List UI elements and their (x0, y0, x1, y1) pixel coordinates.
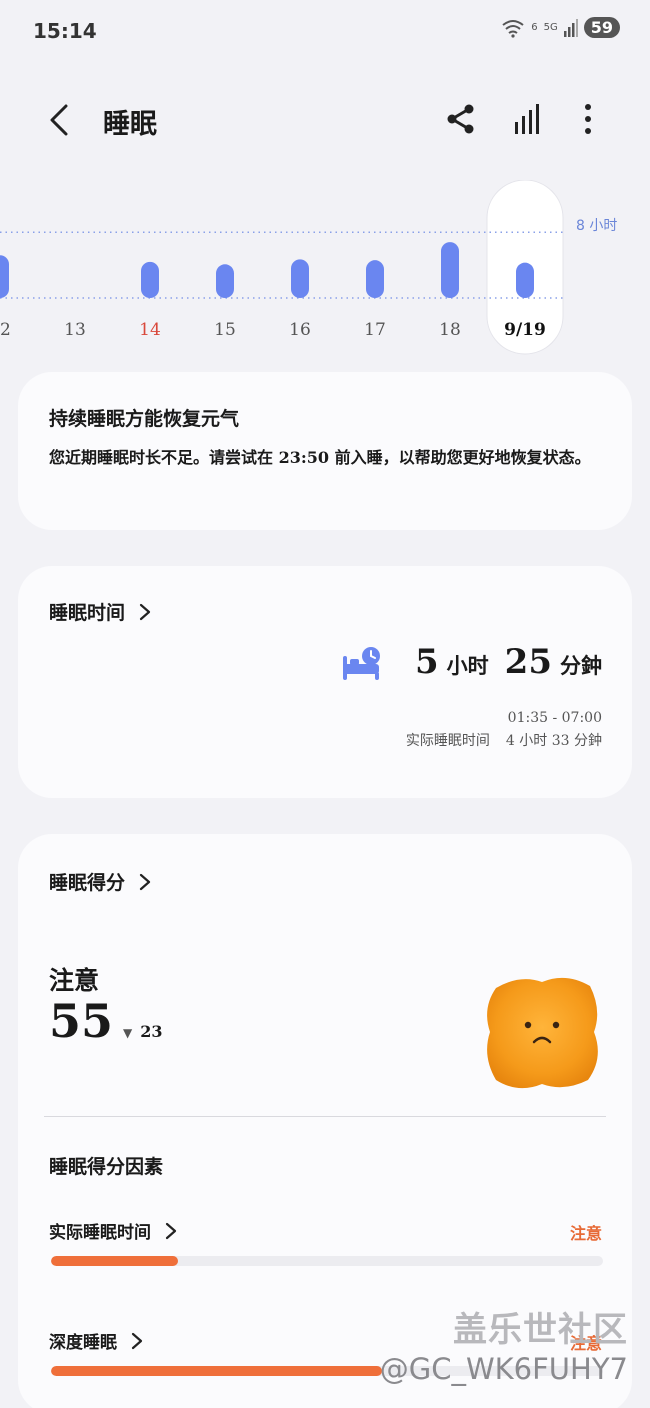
duration-minutes-unit: 分鈡 (560, 653, 602, 678)
score-change: ▼ 23 (123, 1022, 163, 1041)
duration-hours: 5 (415, 642, 439, 682)
factor-label: 实际睡眠时间 (49, 1223, 151, 1243)
sleep-time-card[interactable]: 睡眠时间 5 小时 25 分鈡 01:35 - 07:00 实际睡眠时间 4 小… (18, 566, 632, 798)
factor-progress-fill (51, 1256, 178, 1266)
more-options-button[interactable] (576, 102, 600, 136)
factor-item-actual-sleep[interactable]: 实际睡眠时间 (49, 1218, 177, 1243)
chart-date-label[interactable]: 12 (0, 320, 11, 340)
sleep-bar-17[interactable] (366, 260, 384, 298)
factor-progress-bar (51, 1256, 603, 1266)
page-title: 睡眠 (103, 109, 157, 140)
duration-minutes: 25 (504, 642, 552, 682)
chart-date-label[interactable]: 18 (439, 320, 461, 340)
actual-sleep-row: 实际睡眠时间 4 小时 33 分鈡 (406, 730, 602, 750)
factors-title: 睡眠得分因素 (49, 1156, 164, 1178)
watermark: 盖乐世社区 @GC_WK6FUHY7 (380, 1302, 640, 1402)
tip-text: 您近期睡眠时长不足。请尝试在 23:50 前入睡，以帮助您更好地恢复状态。 (49, 448, 591, 467)
sleep-bar-16[interactable] (291, 259, 309, 298)
sleep-bar-12[interactable] (0, 255, 9, 298)
back-button[interactable] (42, 100, 78, 140)
signal-icon (563, 18, 578, 37)
chart-date-label[interactable]: 13 (64, 320, 86, 340)
factor-status: 注意 (569, 1224, 602, 1243)
down-arrow-icon: ▼ (123, 1026, 133, 1040)
score-delta-value: 23 (140, 1022, 163, 1041)
factor-label: 深度睡眠 (49, 1333, 117, 1353)
duration-hours-unit: 小时 (446, 653, 489, 678)
app-bar: 睡眠 (0, 90, 650, 150)
chevron-right-icon (139, 873, 151, 890)
network-label: 5G (543, 22, 558, 33)
sleep-bar-14[interactable] (141, 261, 159, 298)
score-status: 注意 (49, 966, 100, 995)
sleep-tip-card: 持续睡眠方能恢复元气 您近期睡眠时长不足。请尝试在 23:50 前入睡，以帮助您… (18, 372, 632, 530)
sleep-duration: 5 小时 25 分鈡 (415, 642, 602, 682)
actual-sleep-value: 4 小时 33 分鈡 (505, 733, 602, 749)
divider (44, 1116, 606, 1117)
sleep-mascot-image (487, 977, 598, 1089)
wifi-label: 6 (531, 22, 538, 33)
score-row: 55 ▼ 23 (49, 994, 163, 1048)
actual-sleep-label: 实际睡眠时间 (405, 733, 490, 749)
chart-date-label[interactable]: 9/19 (504, 320, 546, 340)
bed-clock-icon (343, 647, 380, 680)
status-time: 15:14 (33, 19, 97, 43)
sleep-time-title: 睡眠时间 (49, 602, 126, 624)
battery-indicator: 59 (583, 17, 620, 38)
factor-progress-fill (51, 1366, 383, 1376)
wifi-icon (502, 19, 524, 38)
chart-date-label[interactable]: 16 (289, 320, 311, 340)
score-value: 55 (49, 994, 114, 1048)
sleep-bar-9-19[interactable] (516, 262, 534, 298)
chart-date-label[interactable]: 14 (139, 320, 161, 340)
tip-title: 持续睡眠方能恢复元气 (49, 408, 240, 430)
watermark-user: @GC_WK6FUHY7 (379, 1352, 628, 1386)
factor-item-deep-sleep[interactable]: 深度睡眠 (49, 1328, 143, 1353)
chevron-right-icon (131, 1332, 143, 1349)
sleep-bar-18[interactable] (441, 242, 459, 298)
sleep-time-range: 01:35 - 07:00 (507, 710, 602, 726)
chevron-right-icon (139, 603, 151, 620)
sleep-time-link[interactable]: 睡眠时间 (49, 598, 151, 625)
sleep-score-link[interactable]: 睡眠得分 (49, 868, 151, 895)
sleep-history-chart[interactable]: 12 13 14 15 16 17 18 9/19 8 小时 (0, 179, 650, 360)
chart-date-label[interactable]: 15 (214, 320, 236, 340)
status-bar: 15:14 6 5G 59 (0, 0, 650, 60)
share-button[interactable] (444, 102, 478, 136)
sleep-bar-15[interactable] (216, 264, 234, 298)
chart-date-label[interactable]: 17 (364, 320, 386, 340)
reference-line-label: 8 小时 (576, 218, 618, 234)
sleep-chart-svg: 12 13 14 15 16 17 18 9/19 (0, 179, 565, 355)
trend-chart-button[interactable] (510, 102, 546, 136)
watermark-site: 盖乐世社区 (453, 1310, 628, 1350)
status-icons: 6 5G 59 (501, 17, 620, 38)
sleep-score-title: 睡眠得分 (49, 872, 126, 894)
chevron-right-icon (165, 1222, 177, 1239)
